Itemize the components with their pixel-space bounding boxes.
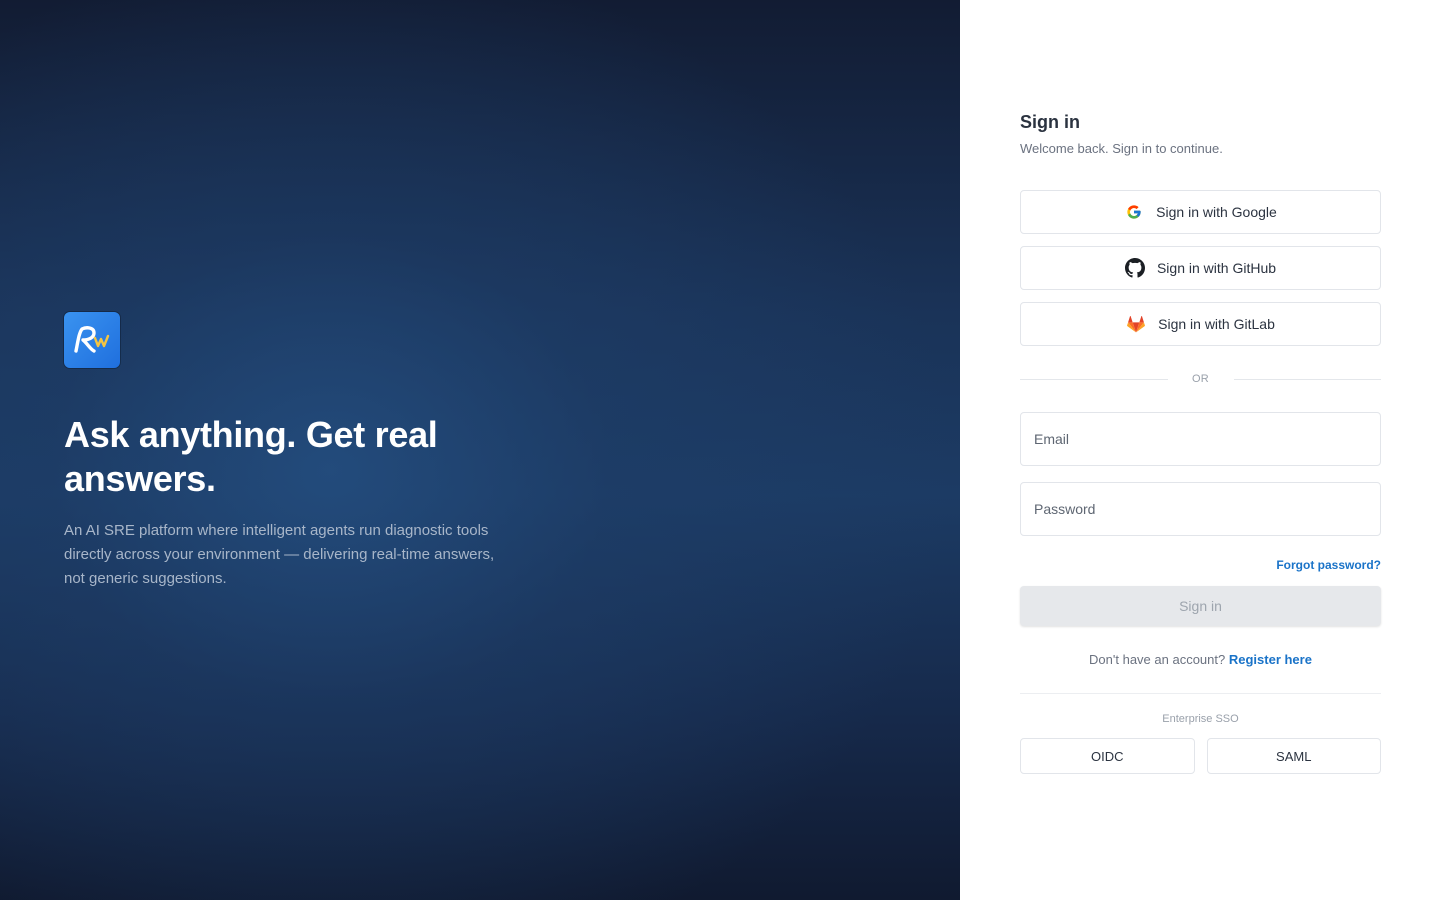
- or-divider: OR: [1020, 368, 1381, 390]
- google-signin-button[interactable]: Sign in with Google: [1020, 190, 1381, 234]
- hero-description: An AI SRE platform where intelligent age…: [64, 522, 495, 587]
- or-divider-line-right: [1233, 378, 1381, 380]
- email-input[interactable]: [1034, 431, 1367, 447]
- rw-logo-icon: [64, 312, 120, 368]
- oidc-button[interactable]: OIDC: [1020, 738, 1195, 774]
- oauth-buttons: Sign in with Google Sign in with GitHub: [1020, 190, 1381, 346]
- or-divider-line-left: [1020, 378, 1168, 380]
- github-signin-label: Sign in with GitHub: [1156, 260, 1277, 276]
- signin-subtitle: Welcome back. Sign in to continue.: [1020, 141, 1223, 156]
- saml-button[interactable]: SAML: [1206, 738, 1381, 774]
- signin-title: Sign in: [1020, 112, 1080, 132]
- signin-submit-button[interactable]: Sign in: [1020, 586, 1381, 626]
- forgot-password-link[interactable]: Forgot password?: [1276, 558, 1381, 572]
- email-field[interactable]: [1020, 412, 1381, 466]
- google-signin-label: Sign in with Google: [1156, 204, 1277, 220]
- gitlab-signin-label: Sign in with GitLab: [1158, 316, 1275, 332]
- sso-buttons: OIDC SAML: [1020, 738, 1381, 774]
- github-icon: [1124, 258, 1145, 278]
- forgot-row: Forgot password?: [1020, 556, 1381, 572]
- google-icon: [1124, 202, 1144, 222]
- password-field[interactable]: [1020, 482, 1381, 536]
- signin-form: Sign in Welcome back. Sign in to continu…: [1020, 110, 1381, 774]
- register-row: Don't have an account? Register here: [1020, 651, 1381, 669]
- hero-panel: Ask anything. Get real answers. An AI SR…: [0, 0, 960, 900]
- register-prompt: Don't have an account?: [1089, 652, 1226, 667]
- enterprise-sso-label: Enterprise SSO: [1162, 713, 1239, 725]
- register-link[interactable]: Register here: [1229, 652, 1312, 667]
- or-label: OR: [1191, 373, 1210, 385]
- signin-panel: Sign in Welcome back. Sign in to continu…: [960, 0, 1440, 900]
- hero-title: Ask anything. Get real answers.: [64, 414, 438, 499]
- gitlab-signin-button[interactable]: Sign in with GitLab: [1020, 302, 1381, 346]
- password-input[interactable]: [1034, 501, 1367, 517]
- hero-content: Ask anything. Get real answers. An AI SR…: [64, 312, 524, 591]
- gitlab-icon: [1126, 314, 1146, 334]
- github-signin-button[interactable]: Sign in with GitHub: [1020, 246, 1381, 290]
- section-divider: [1020, 693, 1381, 694]
